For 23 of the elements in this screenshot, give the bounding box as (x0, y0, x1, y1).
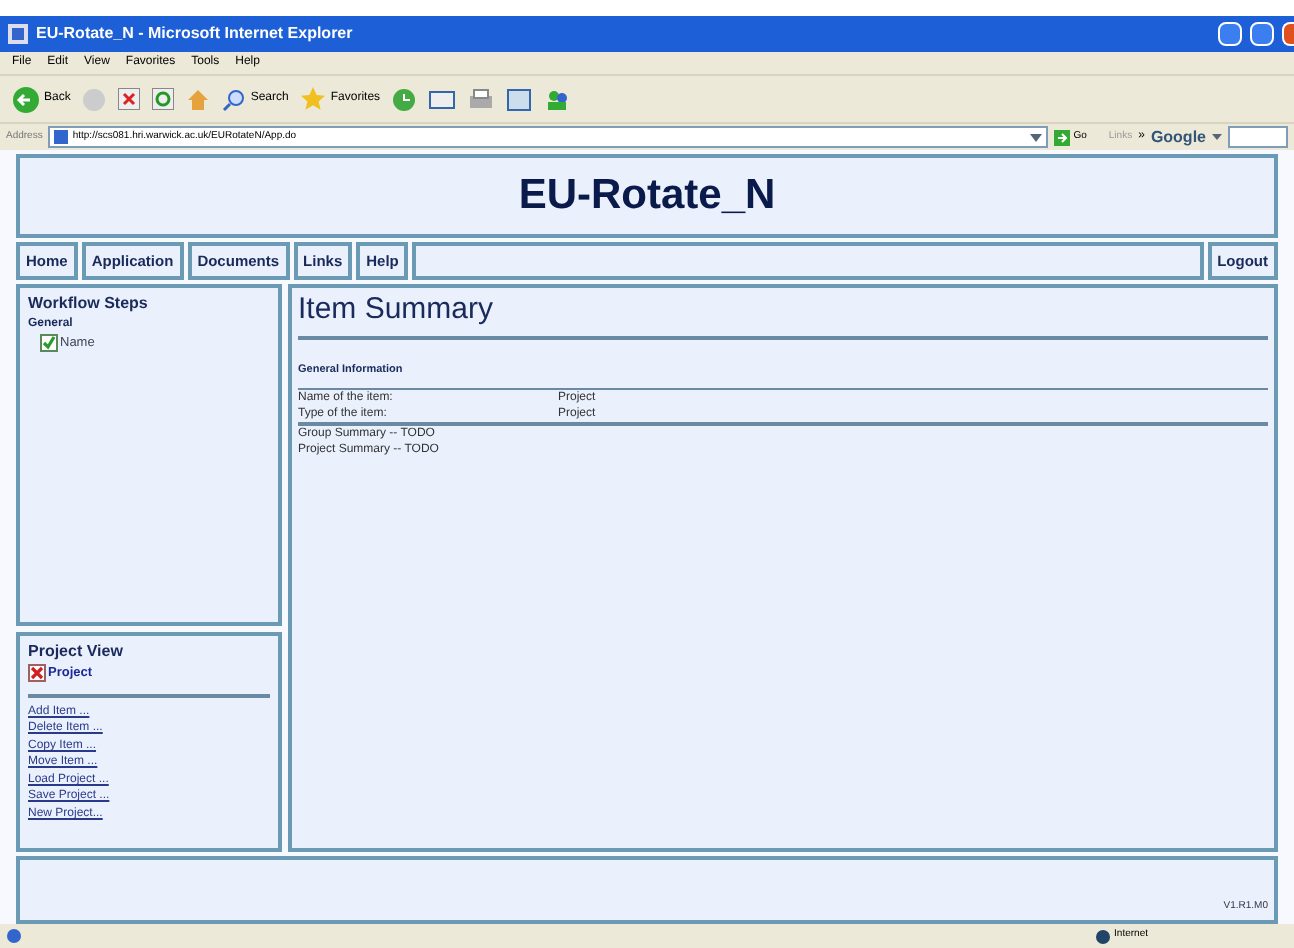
search-icon (222, 87, 247, 111)
google-search-field[interactable] (1228, 126, 1288, 148)
stop-icon[interactable] (118, 88, 141, 110)
dropdown-icon[interactable] (1029, 131, 1042, 143)
panel-title: Project View (28, 640, 125, 664)
go-arrow-icon (1053, 129, 1070, 145)
window-title: EU-Rotate_N - Microsoft Internet Explorer (36, 22, 355, 46)
printer-icon[interactable] (468, 87, 495, 111)
minimize-button[interactable] (1218, 22, 1242, 46)
page-icon (8, 24, 28, 44)
close-button[interactable] (1282, 22, 1294, 46)
page-icon (6, 928, 22, 944)
dropdown-icon[interactable] (1212, 132, 1222, 142)
google-label[interactable]: Google (1150, 125, 1206, 149)
maximize-button[interactable] (1250, 22, 1274, 46)
people-icon[interactable] (544, 87, 571, 111)
panel-title: Workflow Steps (28, 292, 150, 316)
page-icon (54, 130, 69, 144)
globe-icon (1096, 929, 1111, 943)
star-icon (300, 86, 327, 112)
content-title: Item Summary (298, 292, 496, 328)
history-icon[interactable] (392, 87, 417, 111)
app-title: EU-Rotate_N (518, 170, 776, 223)
